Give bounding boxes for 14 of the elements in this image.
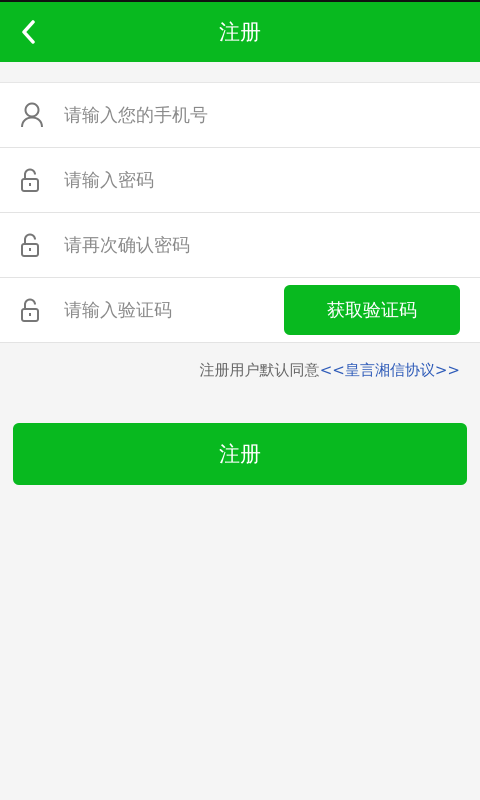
- input-field[interactable]: 请输入您的手机号: [62, 104, 460, 126]
- agreement-text: 注册用户默认同意: [200, 361, 320, 380]
- input-field[interactable]: 请再次确认密码: [62, 234, 460, 256]
- lock-icon: [20, 298, 40, 322]
- input-field[interactable]: 请输入密码: [62, 168, 460, 192]
- get-code-button[interactable]: 获取验证码: [284, 285, 460, 335]
- page-title: 注册: [219, 19, 261, 46]
- lock-icon: [20, 233, 40, 257]
- input-field[interactable]: 请输入验证码: [62, 298, 284, 322]
- register-button[interactable]: 注册: [13, 423, 467, 485]
- back-icon: [21, 20, 35, 44]
- person-icon: [20, 102, 44, 128]
- lock-icon: [20, 168, 40, 192]
- agreement-link[interactable]: <<皇言湘信协议>>: [320, 361, 460, 380]
